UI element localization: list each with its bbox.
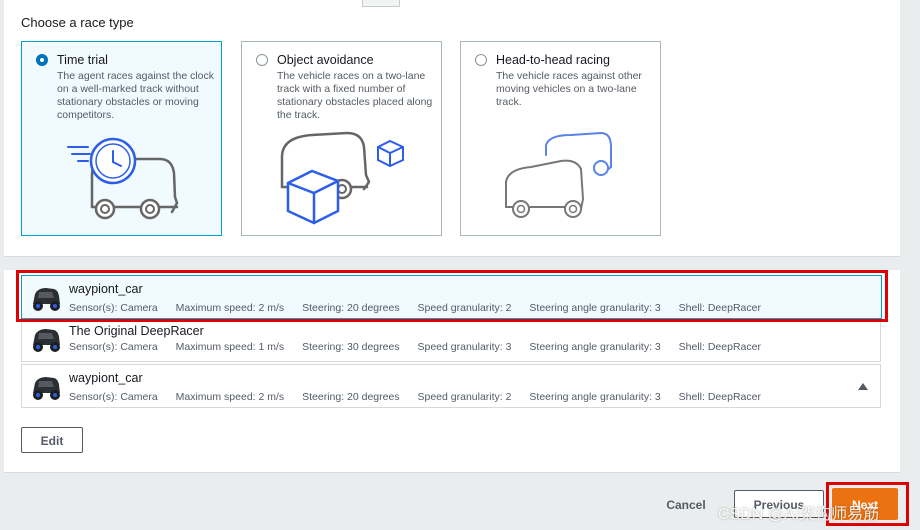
card-title: Head-to-head racing (496, 53, 610, 67)
spec-steering: Steering: 30 degrees (302, 341, 400, 353)
spec-shell: Shell: DeepRacer (678, 391, 761, 403)
card-description: The vehicle races on a two-lane track wi… (277, 70, 433, 121)
head-to-head-illustration-icon (505, 131, 612, 218)
card-title: Object avoidance (277, 53, 374, 67)
spec-steering: Steering: 20 degrees (302, 391, 400, 403)
edit-button[interactable]: Edit (21, 427, 83, 453)
card-title: Time trial (57, 53, 108, 67)
spec-sensors: Sensor(s): Camera (69, 391, 158, 403)
model-name: waypiont_car (69, 371, 143, 385)
model-name: The Original DeepRacer (69, 324, 204, 338)
highlight-box-selected-model (16, 270, 888, 322)
race-type-card-object-avoidance[interactable]: Object avoidance The vehicle races on a … (241, 41, 442, 236)
race-type-card-head-to-head[interactable]: Head-to-head racing The vehicle races ag… (460, 41, 661, 236)
card-description: The vehicle races against other moving v… (496, 70, 642, 108)
car-thumbnail-icon (33, 329, 60, 352)
model-specs: Sensor(s): Camera Maximum speed: 1 m/s S… (69, 341, 776, 353)
spec-speed-granularity: Speed granularity: 3 (417, 341, 512, 353)
caret-up-icon[interactable] (858, 383, 868, 390)
spec-sensors: Sensor(s): Camera (69, 341, 158, 353)
section-heading: Choose a race type (21, 15, 134, 30)
object-avoidance-illustration-icon (280, 131, 404, 225)
model-row[interactable]: The Original DeepRacer Sensor(s): Camera… (21, 320, 881, 362)
radio-head-to-head[interactable] (475, 54, 487, 66)
spec-steering-granularity: Steering angle granularity: 3 (529, 341, 661, 353)
model-select-dropdown[interactable]: waypiont_car Sensor(s): Camera Maximum s… (21, 364, 881, 408)
model-specs: Sensor(s): Camera Maximum speed: 2 m/s S… (69, 391, 776, 403)
race-type-card-time-trial[interactable]: Time trial The agent races against the c… (21, 41, 222, 236)
watermark: CSDN @AI架构师易筋 (718, 506, 880, 523)
car-thumbnail-icon (33, 377, 60, 400)
time-trial-illustration-icon (67, 137, 179, 220)
card-description: The agent races against the clock on a w… (57, 70, 215, 121)
spec-shell: Shell: DeepRacer (678, 341, 761, 353)
spec-speed-granularity: Speed granularity: 2 (417, 391, 512, 403)
radio-object-avoidance[interactable] (256, 54, 268, 66)
radio-time-trial[interactable] (36, 54, 48, 66)
collapse-handle[interactable] (362, 0, 400, 7)
spec-max-speed: Maximum speed: 1 m/s (175, 341, 285, 353)
cancel-button[interactable]: Cancel (655, 493, 717, 515)
spec-steering-granularity: Steering angle granularity: 3 (529, 391, 661, 403)
spec-max-speed: Maximum speed: 2 m/s (175, 391, 285, 403)
